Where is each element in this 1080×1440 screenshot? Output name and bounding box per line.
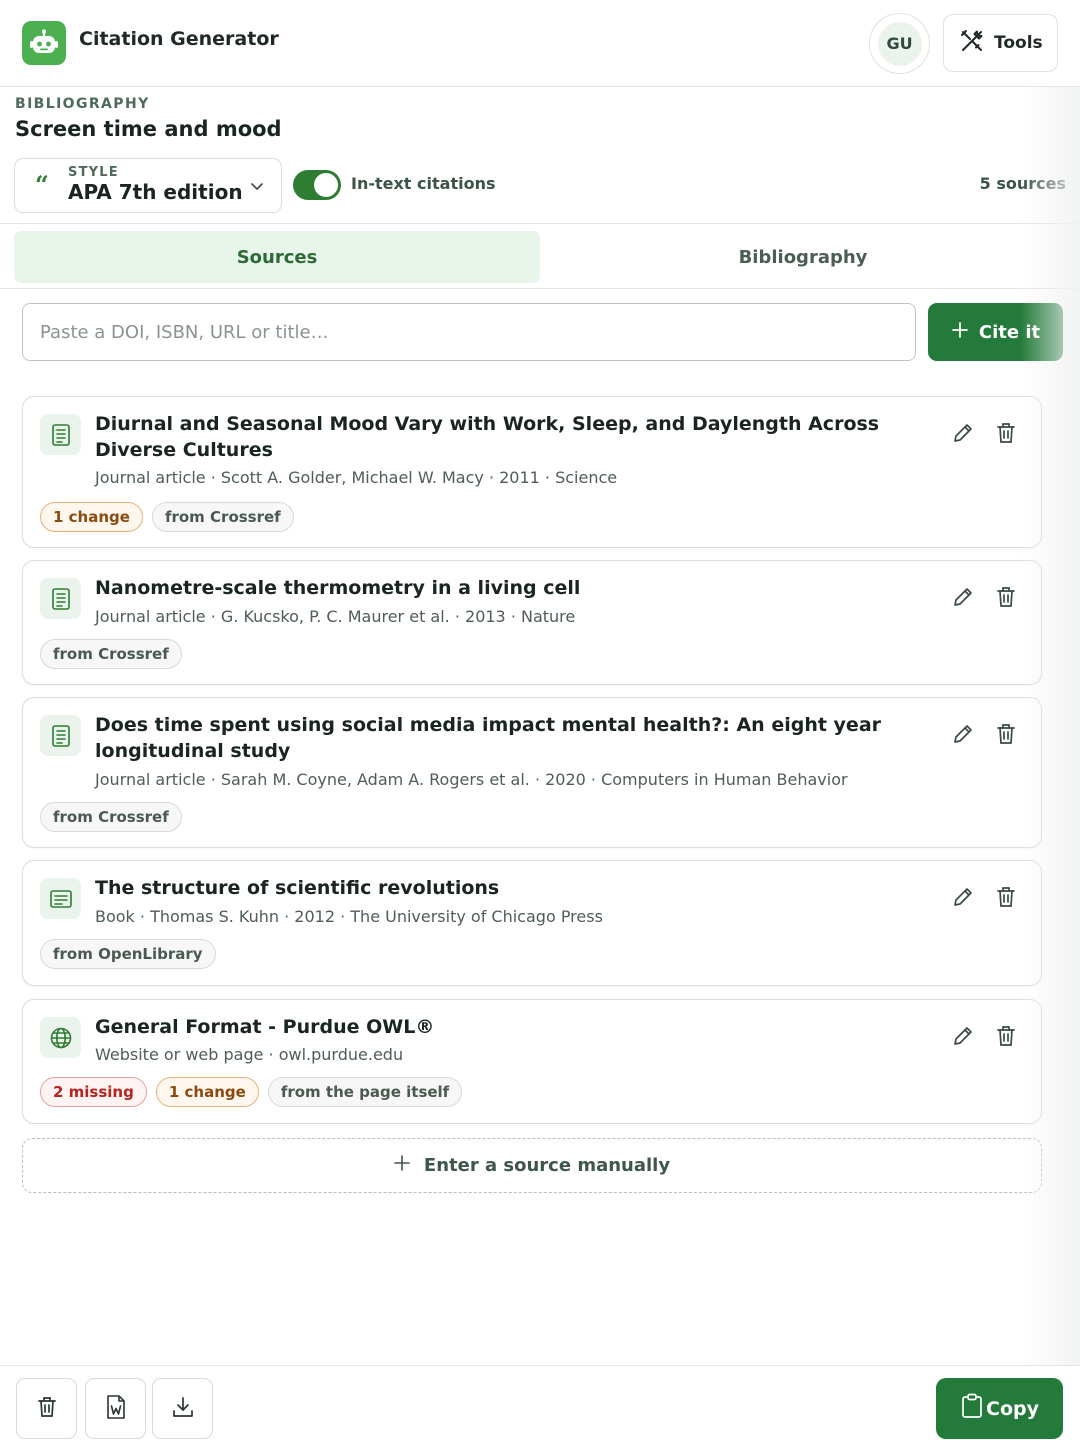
enter-source-manually-label: Enter a source manually bbox=[423, 1155, 671, 1176]
plus-icon bbox=[394, 1155, 410, 1176]
delete-trash-icon[interactable] bbox=[995, 585, 1017, 613]
provenance-badge: from Crossref bbox=[40, 802, 182, 832]
tab-sources[interactable]: Sources bbox=[14, 231, 540, 283]
source-card[interactable]: The structure of scientific revolutions … bbox=[22, 860, 1042, 986]
provenance-badge: from Crossref bbox=[40, 639, 182, 669]
provenance-badge: from Crossref bbox=[151, 502, 294, 532]
source-meta: Journal article · Scott A. Golder, Micha… bbox=[95, 468, 618, 487]
globe-icon bbox=[40, 1017, 81, 1058]
robot-logo-icon bbox=[22, 21, 66, 65]
source-card[interactable]: Diurnal and Seasonal Mood Vary with Work… bbox=[22, 396, 1042, 548]
edit-pencil-icon[interactable] bbox=[951, 421, 975, 449]
edit-pencil-icon[interactable] bbox=[951, 722, 975, 750]
tab-bibliography[interactable]: Bibliography bbox=[540, 231, 1066, 283]
journal-article-icon bbox=[40, 414, 81, 455]
bottom-action-bar: Copy bbox=[0, 1365, 1080, 1440]
clipboard-icon bbox=[960, 1393, 984, 1424]
source-title: Does time spent using social media impac… bbox=[95, 714, 882, 762]
tools-icon bbox=[959, 28, 985, 59]
in-text-citations-toggle[interactable] bbox=[293, 170, 341, 200]
source-meta: Book · Thomas S. Kuhn · 2012 · The Unive… bbox=[95, 907, 603, 926]
chevron-down-icon bbox=[249, 178, 265, 198]
quote-icon: “ bbox=[35, 170, 49, 199]
edit-pencil-icon[interactable] bbox=[951, 585, 975, 613]
source-tags: 1 change from Crossref bbox=[40, 502, 294, 532]
copy-label: Copy bbox=[986, 1397, 1039, 1420]
source-card[interactable]: General Format - Purdue OWL® Website or … bbox=[22, 999, 1042, 1124]
source-tags: from OpenLibrary bbox=[40, 939, 216, 969]
tools-label: Tools bbox=[994, 33, 1043, 53]
delete-trash-icon[interactable] bbox=[995, 885, 1017, 913]
journal-article-icon bbox=[40, 715, 81, 756]
word-document-icon bbox=[105, 1394, 127, 1424]
enter-source-manually-button[interactable]: Enter a source manually bbox=[22, 1138, 1042, 1193]
download-icon bbox=[171, 1395, 195, 1423]
provenance-badge: from OpenLibrary bbox=[40, 939, 216, 969]
avatar-initials: GU bbox=[877, 21, 922, 66]
plus-icon bbox=[951, 321, 969, 344]
copy-button[interactable]: Copy bbox=[936, 1378, 1063, 1439]
source-tags: from Crossref bbox=[40, 802, 182, 832]
user-avatar[interactable]: GU bbox=[869, 13, 930, 74]
journal-article-icon bbox=[40, 578, 81, 619]
source-meta: Journal article · Sarah M. Coyne, Adam A… bbox=[95, 770, 848, 789]
cite-it-button[interactable]: Cite it bbox=[928, 303, 1063, 361]
source-tags: from Crossref bbox=[40, 639, 182, 669]
source-title: General Format - Purdue OWL® bbox=[95, 1016, 435, 1038]
source-tags: 2 missing 1 change from the page itself bbox=[40, 1077, 463, 1107]
tools-button[interactable]: Tools bbox=[943, 14, 1058, 72]
style-value: APA 7th edition bbox=[68, 180, 243, 204]
change-badge[interactable]: 1 change bbox=[155, 1077, 259, 1107]
in-text-citations-label: In-text citations bbox=[351, 174, 496, 193]
source-card[interactable]: Does time spent using social media impac… bbox=[22, 697, 1042, 848]
delete-trash-icon[interactable] bbox=[995, 722, 1017, 750]
edit-pencil-icon[interactable] bbox=[951, 1024, 975, 1052]
delete-trash-icon[interactable] bbox=[995, 1024, 1017, 1052]
source-title: Diurnal and Seasonal Mood Vary with Work… bbox=[95, 413, 880, 461]
provenance-badge: from the page itself bbox=[267, 1077, 463, 1107]
source-count: 5 sources bbox=[979, 174, 1066, 193]
edit-pencil-icon[interactable] bbox=[951, 885, 975, 913]
source-title: Nanometre-scale thermometry in a living … bbox=[95, 577, 581, 599]
bibliography-title[interactable]: Screen time and mood bbox=[15, 117, 282, 141]
bibliography-eyebrow: BIBLIOGRAPHY bbox=[15, 96, 150, 112]
view-tabs: Sources Bibliography bbox=[0, 223, 1080, 289]
export-word-button[interactable] bbox=[85, 1378, 146, 1439]
source-title: The structure of scientific revolutions bbox=[95, 877, 500, 899]
cite-it-label: Cite it bbox=[978, 321, 1041, 343]
download-button[interactable] bbox=[152, 1378, 213, 1439]
delete-trash-icon[interactable] bbox=[995, 421, 1017, 449]
clear-all-button[interactable] bbox=[16, 1378, 77, 1439]
citation-style-select[interactable]: “ STYLE APA 7th edition bbox=[14, 158, 282, 213]
source-search-input[interactable] bbox=[22, 303, 916, 361]
trash-icon bbox=[36, 1395, 58, 1423]
missing-badge[interactable]: 2 missing bbox=[40, 1077, 147, 1107]
app-title: Citation Generator bbox=[79, 28, 279, 50]
style-label: STYLE bbox=[68, 165, 119, 180]
book-icon bbox=[40, 878, 81, 919]
toggle-knob bbox=[314, 173, 338, 197]
source-meta: Website or web page · owl.purdue.edu bbox=[95, 1045, 404, 1064]
change-badge[interactable]: 1 change bbox=[40, 502, 143, 532]
top-bar: Citation Generator GU Tools bbox=[0, 0, 1080, 87]
source-card[interactable]: Nanometre-scale thermometry in a living … bbox=[22, 560, 1042, 685]
source-meta: Journal article · G. Kucsko, P. C. Maure… bbox=[95, 607, 576, 626]
